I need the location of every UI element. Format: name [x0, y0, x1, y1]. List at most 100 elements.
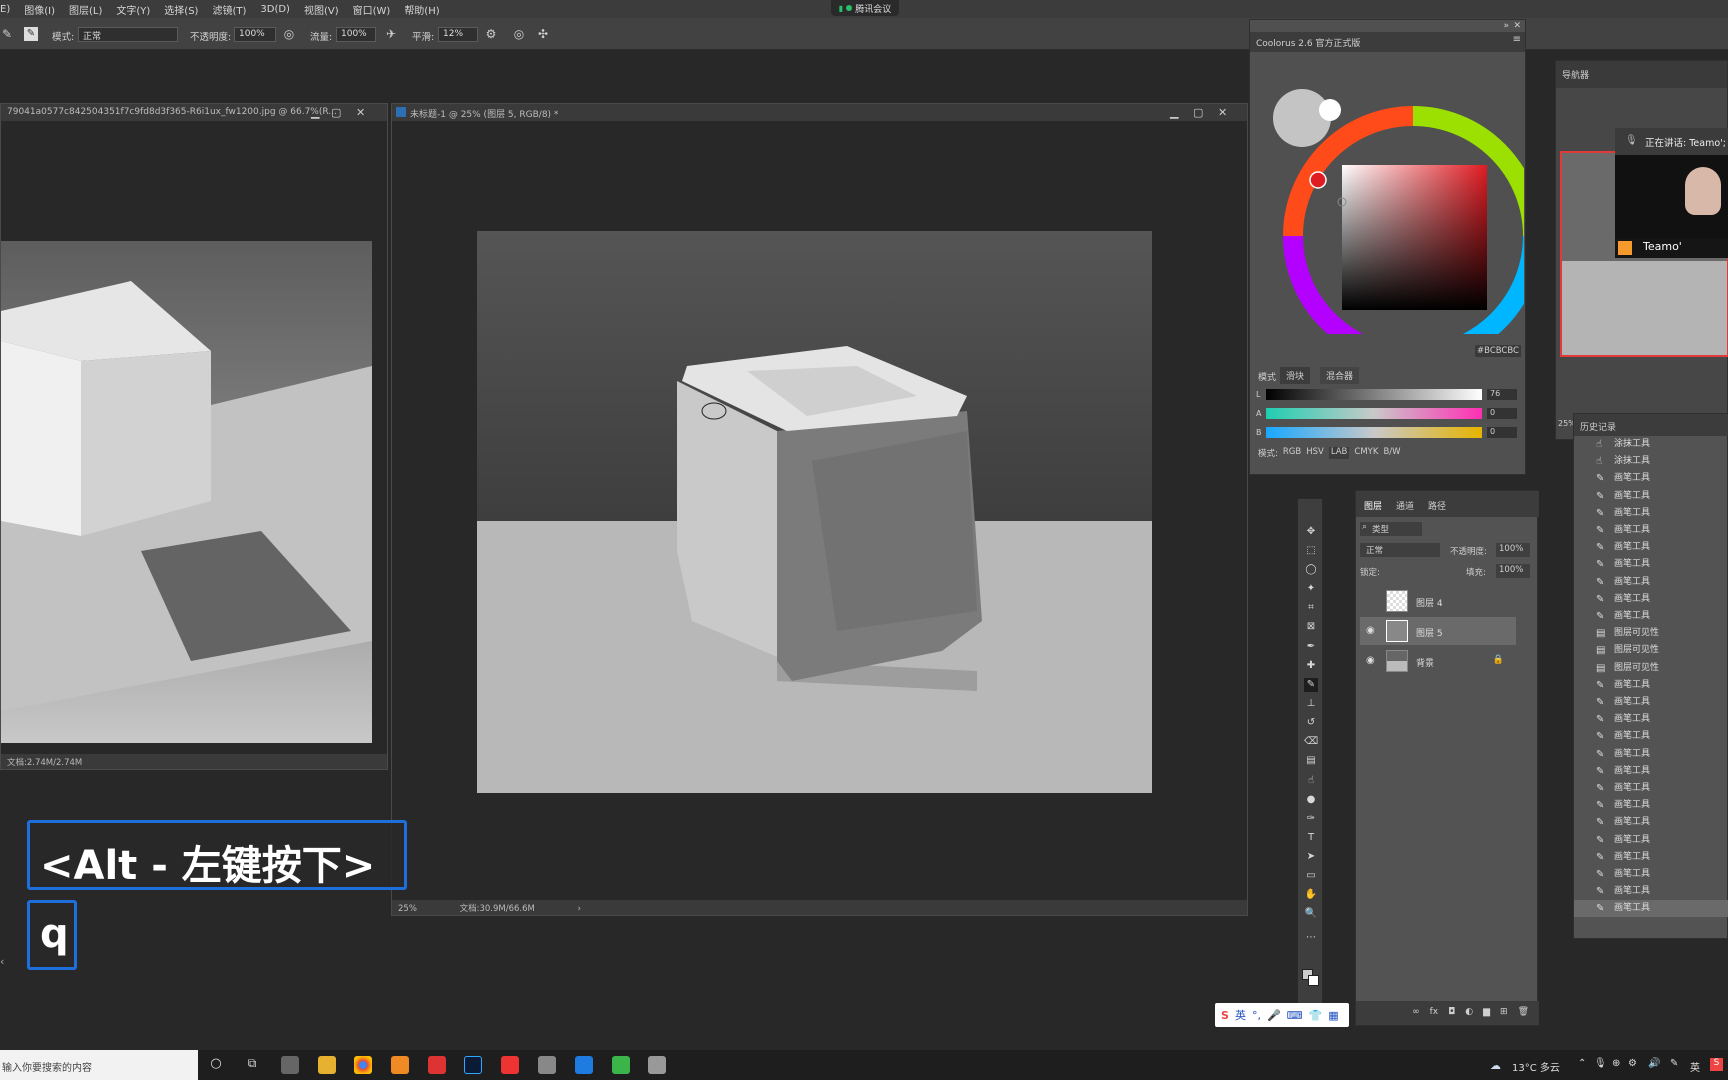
new-layer-icon[interactable]: ⊞ — [1500, 1007, 1508, 1019]
qq-icon[interactable] — [391, 1056, 409, 1074]
fill-field[interactable]: 100% — [1496, 564, 1530, 578]
eye-icon[interactable]: ◉ — [1366, 655, 1375, 666]
history-item[interactable]: ☝ 涂抹工具 — [1574, 453, 1728, 470]
path-select-icon[interactable]: ➤ — [1304, 850, 1318, 864]
frame-tool-icon[interactable]: ⊠ — [1304, 620, 1318, 634]
gear-icon[interactable]: ⚙ — [484, 27, 498, 41]
mode-select[interactable]: 正常 — [78, 27, 178, 42]
history-item[interactable]: ▤ 图层可见性 — [1574, 660, 1728, 677]
move-tool-icon[interactable]: ✥ — [1304, 525, 1318, 539]
pen-tool-icon[interactable]: ✑ — [1304, 812, 1318, 826]
cortana-icon[interactable]: ○ — [207, 1056, 225, 1074]
slider-l-value[interactable]: 76 — [1487, 389, 1517, 400]
pressure-opacity-icon[interactable]: ◎ — [282, 27, 296, 41]
history-item[interactable]: ✎ 画笔工具 — [1574, 797, 1728, 814]
history-title[interactable]: 历史记录 — [1574, 414, 1728, 436]
slider-a-value[interactable]: 0 — [1487, 408, 1517, 419]
type-tool-icon[interactable]: T — [1304, 831, 1318, 845]
update-icon[interactable]: ⚙ — [1628, 1058, 1637, 1069]
tab-paths[interactable]: 路径 — [1428, 499, 1446, 517]
flow-field[interactable]: 100% — [336, 27, 376, 42]
quick-select-icon[interactable]: ✦ — [1304, 582, 1318, 596]
mode-cmyk[interactable]: CMYK — [1354, 447, 1378, 459]
minimize-icon[interactable]: ▁ — [311, 106, 319, 119]
menu-filter[interactable]: 滤镜(T) — [212, 2, 246, 17]
history-item[interactable]: ✎ 画笔工具 — [1574, 608, 1728, 625]
history-item[interactable]: ✎ 画笔工具 — [1574, 711, 1728, 728]
eraser-tool-icon[interactable]: ⌫ — [1304, 735, 1318, 749]
slider-b-value[interactable]: 0 — [1487, 427, 1517, 438]
hex-readout[interactable]: #BCBCBC — [1475, 345, 1521, 357]
folder-icon[interactable]: ▆ — [1483, 1007, 1490, 1019]
chrome-icon[interactable] — [354, 1056, 372, 1074]
image-viewer-icon[interactable] — [575, 1056, 593, 1074]
zoom-tool-icon[interactable]: 🔍 — [1304, 907, 1318, 921]
opacity-field[interactable]: 100% — [234, 27, 276, 42]
history-item[interactable]: ✎ 画笔工具 — [1574, 866, 1728, 883]
sogou-tray-icon[interactable]: S — [1710, 1058, 1723, 1071]
history-item[interactable]: ✎ 画笔工具 — [1574, 814, 1728, 831]
history-item[interactable]: ☝ 涂抹工具 — [1574, 436, 1728, 453]
history-brush-icon[interactable]: ↺ — [1304, 716, 1318, 730]
mode-lab[interactable]: LAB — [1328, 447, 1350, 459]
stamp-tool-icon[interactable]: ⊥ — [1304, 697, 1318, 711]
history-item[interactable]: ✎ 画笔工具 — [1574, 849, 1728, 866]
app-green-icon[interactable] — [612, 1056, 630, 1074]
mic-tray-icon[interactable]: 🎙 — [1594, 1058, 1607, 1069]
history-item[interactable]: ✎ 画笔工具 — [1574, 505, 1728, 522]
mode-bw[interactable]: B/W — [1383, 447, 1400, 459]
history-item[interactable]: ✎ 画笔工具 — [1574, 574, 1728, 591]
punctuation-icon[interactable]: °, — [1252, 1009, 1261, 1022]
file-explorer-icon[interactable] — [318, 1056, 336, 1074]
blend-mode-select[interactable]: 正常 — [1360, 543, 1440, 557]
menu-select[interactable]: 选择(S) — [164, 2, 198, 17]
weather-text[interactable]: 13°C 多云 — [1512, 1059, 1560, 1074]
rectangle-tool-icon[interactable]: ▭ — [1304, 869, 1318, 883]
history-item[interactable]: ✎ 画笔工具 — [1574, 728, 1728, 745]
keyboard-icon[interactable]: ⌨ — [1287, 1009, 1303, 1022]
tab-channels[interactable]: 通道 — [1396, 499, 1414, 517]
slider-b[interactable] — [1266, 427, 1482, 438]
taskbar-search[interactable]: 输入你要搜索的内容 — [0, 1050, 198, 1080]
zoom-readout[interactable]: 25% — [398, 904, 417, 914]
tab-mixer[interactable]: 混合器 — [1320, 367, 1360, 384]
toolbox-icon[interactable]: ▦ — [1328, 1009, 1338, 1022]
menu-help[interactable]: 帮助(H) — [404, 2, 439, 17]
app-gray-icon[interactable] — [648, 1056, 666, 1074]
airbrush-icon[interactable]: ✈ — [384, 27, 398, 41]
adjustment-icon[interactable]: ◐ — [1465, 1007, 1473, 1019]
healing-brush-icon[interactable]: ✚ — [1304, 659, 1318, 673]
brush-panel-icon[interactable]: ✎ — [24, 27, 38, 41]
history-item[interactable]: ✎ 画笔工具 — [1574, 832, 1728, 849]
meeting-indicator[interactable]: ▮ 腾讯会议 — [831, 0, 899, 16]
slider-l[interactable] — [1266, 389, 1482, 400]
photoshop-icon[interactable] — [464, 1056, 482, 1074]
gradient-tool-icon[interactable]: ▤ — [1304, 754, 1318, 768]
trash-icon[interactable]: 🗑 — [1518, 1007, 1529, 1019]
color-wheel[interactable] — [1262, 72, 1543, 366]
mode-hsv[interactable]: HSV — [1306, 447, 1324, 459]
ime-indicator[interactable]: 英 — [1690, 1059, 1700, 1074]
ime-mode[interactable]: 英 — [1235, 1007, 1246, 1023]
layer-row[interactable]: 图层 4 — [1360, 587, 1516, 615]
layer-row[interactable]: ◉ 背景 🔒 — [1360, 647, 1516, 675]
history-item[interactable]: ✎ 画笔工具 — [1574, 488, 1728, 505]
eyedropper-icon[interactable]: ✒ — [1304, 640, 1318, 654]
layer-opacity-field[interactable]: 100% — [1496, 543, 1530, 557]
history-item[interactable]: ✎ 画笔工具 — [1574, 746, 1728, 763]
microphone-icon[interactable]: 🎤 — [1267, 1009, 1281, 1022]
navigator-title[interactable]: 导航器 — [1556, 61, 1727, 88]
network-icon[interactable]: ⊕ — [1612, 1058, 1620, 1069]
smooth-field[interactable]: 12% — [438, 27, 478, 42]
status-arrow-icon[interactable]: › — [578, 904, 581, 914]
history-item[interactable]: ✎ 画笔工具 — [1574, 556, 1728, 573]
skin-icon[interactable]: 👕 — [1309, 1009, 1323, 1022]
menu-type[interactable]: 文字(Y) — [116, 2, 150, 17]
menu-view[interactable]: 视图(V) — [304, 2, 339, 17]
history-item[interactable]: ✎ 画笔工具 — [1574, 763, 1728, 780]
maximize-icon[interactable]: ▢ — [331, 106, 341, 119]
link-icon[interactable]: ∞ — [1412, 1007, 1420, 1019]
maximize-icon[interactable]: ▢ — [1193, 106, 1203, 119]
smudge-tool-icon[interactable]: ☝ — [1304, 774, 1318, 788]
history-item[interactable]: ✎ 画笔工具 — [1574, 677, 1728, 694]
